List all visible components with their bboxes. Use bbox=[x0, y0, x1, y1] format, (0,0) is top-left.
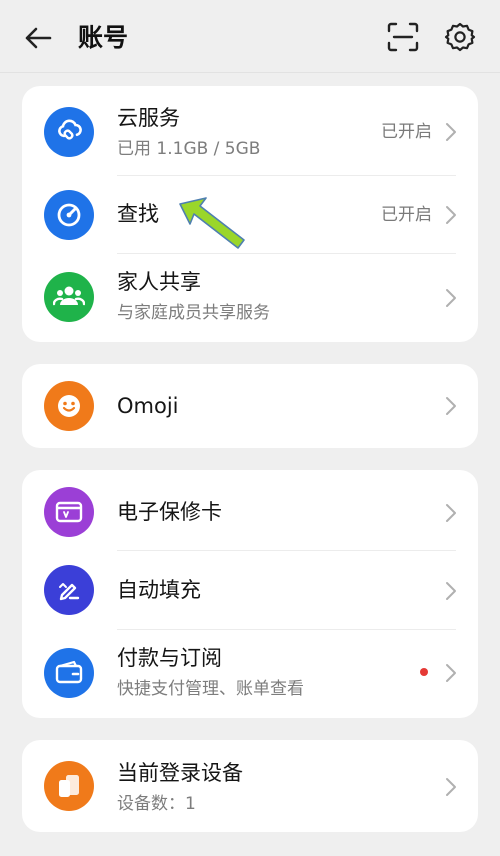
row-divider bbox=[117, 253, 456, 254]
scan-icon bbox=[387, 22, 419, 52]
payment-subscription-title: 付款与订阅 bbox=[117, 646, 222, 670]
smiley-icon bbox=[58, 395, 80, 417]
warranty-card-icon-badge bbox=[44, 487, 94, 537]
chevron-right-icon bbox=[444, 580, 458, 602]
chevron-right-icon bbox=[444, 502, 458, 524]
family-sharing-subtitle: 与家庭成员共享服务 bbox=[117, 303, 270, 323]
wallet-card: 电子保修卡 自动填充 付款与订阅 快捷支付管理、账单查看 bbox=[22, 470, 478, 718]
gear-icon bbox=[444, 22, 476, 52]
wallet-icon bbox=[55, 660, 83, 684]
header-divider bbox=[0, 72, 500, 73]
page-title: 账号 bbox=[78, 23, 129, 52]
cloud-link-icon bbox=[58, 119, 82, 140]
autofill-pen-icon bbox=[59, 583, 80, 601]
settings-button[interactable] bbox=[441, 18, 479, 56]
annotation-arrow bbox=[179, 197, 245, 249]
warranty-card-title: 电子保修卡 bbox=[117, 500, 222, 524]
notification-dot bbox=[420, 668, 428, 676]
warranty-card-row[interactable]: 电子保修卡 bbox=[22, 470, 478, 551]
cloud-service-icon-badge bbox=[44, 107, 94, 157]
devices-icon bbox=[59, 775, 79, 797]
autofill-title: 自动填充 bbox=[117, 578, 201, 602]
family-sharing-row[interactable]: 家人共享 与家庭成员共享服务 bbox=[22, 255, 478, 342]
services-card: 云服务 已用 1.1GB / 5GB 已开启 查找 已开启 家人共享 与家庭成员… bbox=[22, 86, 478, 342]
warranty-card-icon bbox=[55, 501, 83, 523]
chevron-right-icon bbox=[444, 776, 458, 798]
omoji-card: Omoji bbox=[22, 364, 478, 448]
cloud-service-status: 已开启 bbox=[381, 122, 432, 142]
chevron-right-icon bbox=[444, 204, 458, 226]
find-status: 已开启 bbox=[381, 205, 432, 225]
cloud-service-usage: 已用 1.1GB / 5GB bbox=[117, 139, 261, 159]
family-icon bbox=[53, 286, 85, 306]
family-sharing-icon-badge bbox=[44, 272, 94, 322]
omoji-icon-badge bbox=[44, 381, 94, 431]
payment-icon-badge bbox=[44, 648, 94, 698]
find-icon-badge bbox=[44, 190, 94, 240]
back-button[interactable] bbox=[20, 20, 56, 56]
logged-in-devices-row[interactable]: 当前登录设备 设备数：1 bbox=[22, 740, 478, 832]
omoji-row[interactable]: Omoji bbox=[22, 364, 478, 448]
cloud-service-title: 云服务 bbox=[117, 106, 180, 130]
cloud-service-row[interactable]: 云服务 已用 1.1GB / 5GB 已开启 bbox=[22, 86, 478, 176]
payment-subscription-row[interactable]: 付款与订阅 快捷支付管理、账单查看 bbox=[22, 630, 478, 718]
back-arrow-icon bbox=[25, 27, 52, 49]
autofill-row[interactable]: 自动填充 bbox=[22, 551, 478, 630]
devices-title: 当前登录设备 bbox=[117, 761, 243, 785]
radar-icon bbox=[57, 203, 81, 227]
find-title: 查找 bbox=[117, 202, 159, 226]
devices-icon-badge bbox=[44, 761, 94, 811]
scan-button[interactable] bbox=[384, 18, 422, 56]
payment-subscription-subtitle: 快捷支付管理、账单查看 bbox=[117, 679, 304, 699]
devices-card: 当前登录设备 设备数：1 bbox=[22, 740, 478, 832]
chevron-right-icon bbox=[444, 395, 458, 417]
autofill-icon-badge bbox=[44, 565, 94, 615]
chevron-right-icon bbox=[444, 121, 458, 143]
chevron-right-icon bbox=[444, 287, 458, 309]
devices-count: 设备数：1 bbox=[117, 794, 196, 814]
family-sharing-title: 家人共享 bbox=[117, 270, 201, 294]
omoji-title: Omoji bbox=[117, 394, 179, 418]
find-row[interactable]: 查找 已开启 bbox=[22, 176, 478, 254]
chevron-right-icon bbox=[444, 662, 458, 684]
top-app-bar: 账号 bbox=[0, 0, 500, 74]
